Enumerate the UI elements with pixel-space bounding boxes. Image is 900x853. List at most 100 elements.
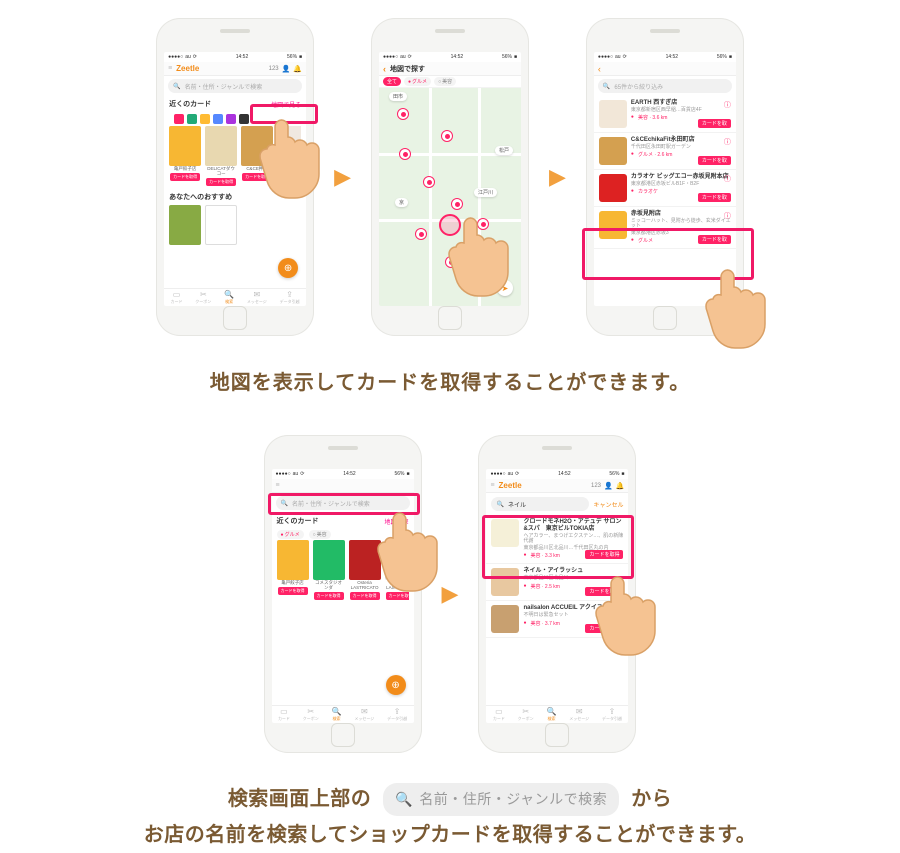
- map-poi[interactable]: [399, 148, 411, 160]
- get-card-button[interactable]: カードを取: [698, 235, 731, 244]
- get-card-button[interactable]: カードを取: [698, 119, 731, 128]
- section-near: 近くのカード 地図で探 ●グルメ ○美容 亀戸餃子店カードを取得 コメスタジオ …: [272, 513, 414, 603]
- chip-gourmet[interactable]: ●グルメ: [404, 77, 431, 86]
- near-card[interactable]: Relaxation Aroma Salonカードを取得: [277, 126, 301, 186]
- reco-card[interactable]: [205, 205, 237, 245]
- search-input[interactable]: 🔍 ネイル: [491, 497, 589, 511]
- back-icon[interactable]: ‹: [383, 64, 386, 74]
- near-card[interactable]: コメスタジオ ンダカードを取得: [313, 540, 345, 600]
- get-card-button[interactable]: カードを取: [698, 193, 731, 202]
- map-poi[interactable]: [451, 198, 463, 210]
- phone-frame: ●●●●○au⟳ 14:52 56%■ ‹ 🔍 65件から絞り込み EARTH …: [586, 18, 744, 336]
- chip-gourmet[interactable]: ●グルメ: [277, 530, 304, 539]
- bell-icon[interactable]: 🔔: [616, 482, 625, 490]
- tutorial-row-1: ●●●●○au⟳ 14:52 56%■ ≡ Zeetle 123 👤 🔔 🔍 名…: [0, 18, 900, 336]
- app-header: ≡ Zeetle 123 👤 🔔: [164, 62, 306, 76]
- hamburger-icon[interactable]: ≡: [168, 65, 172, 72]
- near-card[interactable]: 亀戸餃子店カードを取得: [169, 126, 201, 186]
- list-item[interactable]: カラオケ ビッグエコー赤坂見附本店東京都港区赤坂ビルB1F・B2F●カラオケ ⓘ…: [594, 170, 736, 207]
- get-card-button[interactable]: カードを取得: [585, 624, 623, 633]
- info-icon[interactable]: ⓘ: [724, 174, 731, 184]
- nav-cards[interactable]: ▭カード: [278, 707, 290, 722]
- caption-1: 地図を表示してカードを取得することができます。: [0, 366, 900, 395]
- get-card-button[interactable]: カードを取: [698, 156, 731, 165]
- bell-icon[interactable]: 🔔: [293, 65, 302, 73]
- user-icon[interactable]: 👤: [604, 482, 613, 490]
- arrow-icon: ▶: [442, 581, 459, 607]
- screen: ●●●●○au⟳ 14:52 56%■ ≡ Zeetle 123 👤 🔔 🔍 名…: [164, 52, 306, 306]
- reco-card[interactable]: [169, 205, 201, 245]
- hamburger-icon[interactable]: ≡: [490, 482, 494, 489]
- nav-search[interactable]: 🔍検索: [224, 290, 234, 305]
- filter-input[interactable]: 🔍 65件から絞り込み: [598, 79, 732, 93]
- chip-beauty[interactable]: ○美容: [434, 77, 456, 86]
- phone-frame: ●●●●○au⟳ 14:52 56%■ ≡ Zeetle 123 👤 🔔 🔍: [478, 435, 636, 753]
- map-poi[interactable]: [441, 130, 453, 142]
- hamburger-icon[interactable]: ≡: [276, 482, 280, 489]
- map-poi[interactable]: [423, 176, 435, 188]
- search-icon: 🔍: [395, 787, 413, 812]
- nav-data[interactable]: ⇪データ引越: [280, 290, 300, 305]
- map-place-label: 京: [395, 198, 408, 207]
- get-card-button[interactable]: カードを取得: [585, 587, 623, 596]
- search-input[interactable]: 🔍 名前・住所・ジャンルで検索: [168, 79, 302, 93]
- near-card[interactable]: DELICATダウコーカードを取得: [205, 126, 237, 186]
- search-query: ネイル: [508, 500, 526, 509]
- nav-cards[interactable]: ▭カード: [493, 707, 505, 722]
- map-poi[interactable]: [445, 256, 457, 268]
- list-item[interactable]: 赤坂見附店ミッコーハット、見附から徒歩、玄米ダイエット東京都港区赤坂3●グルメ …: [594, 207, 736, 249]
- result-list: EARTH 西すぎ店東京都新宿区西早稲…百貨店4F●美容 · 3.6 km ⓘカ…: [594, 96, 736, 306]
- nav-search[interactable]: 🔍検索: [546, 707, 556, 722]
- search-icon: 🔍: [603, 83, 610, 90]
- map-canvas[interactable]: 田市 松戸 京 江戸川 ➤: [379, 88, 521, 306]
- nav-data[interactable]: ⇪データ引越: [602, 707, 622, 722]
- nav-cards[interactable]: ▭カード: [170, 290, 182, 305]
- near-card[interactable]: Osteria LASTRICATOカードを取得: [349, 540, 381, 600]
- view-on-map-link[interactable]: 地図で見る: [271, 100, 301, 109]
- status-bar: ●●●●○au⟳ 14:52 56%■: [164, 52, 306, 62]
- info-icon[interactable]: ⓘ: [724, 100, 731, 110]
- map-poi[interactable]: [415, 228, 427, 240]
- list-item[interactable]: クロードモネH2O・アテュデ サロン&スパ 東京ビルTOKIA店ヘアカラー、まつ…: [486, 515, 628, 564]
- chip-all[interactable]: 全て: [383, 77, 401, 86]
- nav-coupon[interactable]: ✂クーポン: [195, 290, 211, 305]
- fab-button[interactable]: ⊕: [278, 258, 298, 278]
- get-card-button[interactable]: カードを取得: [585, 550, 623, 559]
- near-card[interactable]: Ristorante LASTRICAT…カードを取得: [385, 540, 409, 600]
- nav-message[interactable]: ✉メッセージ: [247, 290, 267, 305]
- map-poi[interactable]: [397, 108, 409, 120]
- nav-message[interactable]: ✉メッセージ: [354, 707, 374, 722]
- section-near: 近くのカード 地図で見る 亀戸餃子店カードを取得 DELICATダウコーカードを…: [164, 96, 306, 189]
- phone-home: ●●●●○au⟳ 14:52 56%■ ≡ Zeetle 123 👤 🔔 🔍 名…: [156, 18, 314, 336]
- nav-coupon[interactable]: ✂クーポン: [303, 707, 319, 722]
- app-logo: Zeetle: [176, 64, 199, 73]
- phone-frame: ●●●●○au⟳ 14:52 56%■ ‹ 地図で探す 全て ●グルメ ○美容 …: [371, 18, 529, 336]
- list-item[interactable]: ネイル・アイラッシュ東京都品川区北品川●美容 · 2.5 km カードを取得: [486, 564, 628, 601]
- map-poi[interactable]: [477, 218, 489, 230]
- app-header: ≡: [272, 479, 414, 493]
- info-icon[interactable]: ⓘ: [724, 211, 731, 221]
- user-icon[interactable]: 👤: [282, 65, 291, 73]
- section-title: 近くのカード: [169, 99, 211, 109]
- result-list: クロードモネH2O・アテュデ サロン&スパ 東京ビルTOKIA店ヘアカラー、まつ…: [486, 515, 628, 705]
- chip-beauty[interactable]: ○美容: [309, 530, 331, 539]
- list-item[interactable]: nailsalon ACCUEIL アクイユ荻窪店不明日は緊急セット●美容 · …: [486, 601, 628, 638]
- locate-me-button[interactable]: ➤: [497, 280, 513, 296]
- near-card[interactable]: 亀戸餃子店カードを取得: [277, 540, 309, 600]
- info-icon[interactable]: ⓘ: [724, 137, 731, 147]
- near-card[interactable]: C&CE押上カードを取得: [241, 126, 273, 186]
- back-icon[interactable]: ‹: [598, 64, 601, 74]
- list-item[interactable]: EARTH 西すぎ店東京都新宿区西早稲…百貨店4F●美容 · 3.6 km ⓘカ…: [594, 96, 736, 133]
- nav-data[interactable]: ⇪データ引越: [387, 707, 407, 722]
- view-on-map-link[interactable]: 地図で探: [385, 517, 409, 526]
- nav-coupon[interactable]: ✂クーポン: [518, 707, 534, 722]
- nav-message[interactable]: ✉メッセージ: [569, 707, 589, 722]
- filter-placeholder: 65件から絞り込み: [614, 82, 663, 91]
- nav-search[interactable]: 🔍検索: [332, 707, 342, 722]
- search-cancel[interactable]: キャンセル: [593, 500, 623, 509]
- section-reco: あなたへのおすすめ: [164, 189, 306, 248]
- list-item[interactable]: C&CEchikaFit永田町店千代田区永田町駅ガーデン●グルメ · 2.6 k…: [594, 133, 736, 170]
- list-header: ‹: [594, 62, 736, 76]
- search-input[interactable]: 🔍 名前・住所・ジャンルで検索: [276, 496, 410, 510]
- fab-button[interactable]: ⊕: [386, 675, 406, 695]
